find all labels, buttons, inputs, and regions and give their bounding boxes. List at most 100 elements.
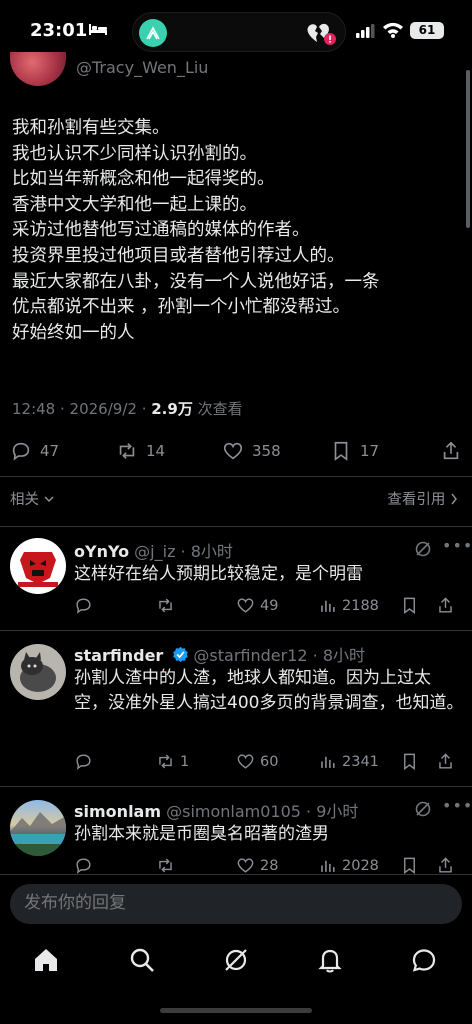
reply-header: starfinder @starfinder12 · 8小时 [74, 642, 365, 666]
more-icon[interactable]: ••• [442, 536, 472, 555]
reply-avatar[interactable] [10, 538, 66, 594]
reply-avatar[interactable] [10, 644, 66, 700]
reply-author-name[interactable]: simonlam [74, 802, 161, 821]
reply-author-handle[interactable]: @j_iz · 8小时 [134, 542, 233, 561]
grok-icon[interactable] [222, 946, 250, 974]
reply-share-button[interactable] [436, 596, 455, 615]
views-icon [321, 756, 335, 768]
reply-reply-button[interactable] [74, 856, 93, 875]
reply-text: 这样好在给人预期比较稳定，是个明雷 [74, 564, 363, 584]
like-button[interactable]: 358 [222, 438, 281, 464]
repost-icon [159, 598, 172, 613]
reply-like-button[interactable]: 60 [236, 752, 278, 771]
views-icon [321, 600, 335, 612]
post-date: · 2026/9/2 · [60, 400, 147, 418]
bookmark-icon [334, 441, 348, 461]
bookmark-icon [404, 857, 415, 875]
like-icon [223, 442, 243, 460]
reply-like-count: 60 [260, 753, 279, 770]
reply-text: 孙割人渣中的人渣，地球人都知道。因为上过太空，没准外星人搞过400多页的背景调查… [74, 668, 464, 713]
reply-author-handle[interactable]: @starfinder12 · 8小时 [193, 646, 365, 665]
reply-views-button[interactable]: 2028 [318, 856, 379, 875]
reply-share-button[interactable] [436, 752, 455, 771]
reply-repost-button[interactable]: 1 [156, 752, 189, 771]
author-avatar[interactable] [10, 52, 66, 86]
island-app-icon [139, 19, 167, 47]
reply-repost-button[interactable] [156, 596, 175, 615]
reply-author-name[interactable]: starfinder [74, 646, 163, 665]
post-views-label: 次查看 [197, 400, 243, 418]
reply-icon [76, 598, 91, 614]
sleep-focus-icon [89, 24, 107, 35]
reply-avatar[interactable] [10, 800, 66, 856]
like-icon [237, 858, 254, 873]
more-icon[interactable]: ••• [442, 796, 472, 815]
chevron-down-icon [44, 496, 54, 503]
sort-related-dropdown[interactable]: 相关 [10, 488, 54, 509]
post-meta: 12:48 · 2026/9/2 · 2.9万 次查看 [12, 398, 243, 419]
repost-icon [159, 754, 172, 769]
share-icon [439, 857, 452, 873]
post-line: 我也认识不少同样认识孙割的。 [12, 143, 257, 164]
reply-repost-count: 1 [180, 753, 190, 770]
repost-button[interactable]: 14 [116, 438, 165, 464]
home-indicator[interactable] [160, 1008, 312, 1013]
reply-like-count: 28 [260, 857, 279, 874]
divider [0, 630, 472, 631]
post-views-count: 2.9万 [151, 400, 193, 418]
like-icon [237, 754, 254, 769]
messages-icon[interactable] [410, 946, 438, 974]
reply-bookmark-button[interactable] [400, 752, 419, 771]
view-quotes-link[interactable]: 查看引用 [387, 488, 458, 509]
reply-text: 孙割本来就是币圈臭名昭著的渣男 [74, 824, 329, 844]
reply-author-name[interactable]: oYnYo [74, 542, 129, 561]
reply-repost-button[interactable] [156, 856, 175, 875]
reply-views-count: 2188 [342, 597, 379, 614]
reply-icon [12, 442, 30, 461]
reply-views-button[interactable]: 2341 [318, 752, 379, 771]
reply-views-button[interactable]: 2188 [318, 596, 379, 615]
scrollbar[interactable] [466, 70, 470, 228]
bottom-tab-bar [0, 936, 472, 986]
notifications-icon[interactable] [316, 946, 344, 974]
share-button[interactable] [440, 438, 462, 464]
reply-reply-button[interactable] [74, 596, 93, 615]
reply-reply-button[interactable] [74, 752, 93, 771]
home-icon[interactable] [32, 946, 60, 974]
post-line: 投资界里投过他项目或者替他引荐过人的。 [12, 245, 345, 266]
bookmark-button[interactable]: 17 [330, 438, 379, 464]
reply-bookmark-button[interactable] [400, 856, 419, 875]
bookmark-count: 17 [360, 442, 380, 460]
repost-count: 14 [146, 442, 166, 460]
reply-share-button[interactable] [436, 856, 455, 875]
broken-heart-alert-icon [307, 23, 336, 45]
view-quotes-label: 查看引用 [387, 492, 446, 508]
reply-views-count: 2028 [342, 857, 379, 874]
reply-like-count: 49 [260, 597, 279, 614]
grok-icon[interactable] [414, 540, 432, 558]
reply-input[interactable] [24, 893, 444, 913]
reply-like-button[interactable]: 28 [236, 856, 278, 875]
reply-composer[interactable] [10, 884, 462, 924]
like-count: 358 [252, 442, 281, 460]
dynamic-island [132, 12, 346, 52]
status-bar: 23:01 61 [0, 0, 472, 64]
bookmark-icon [404, 753, 415, 771]
author-handle[interactable]: @Tracy_Wen_Liu [76, 58, 208, 77]
post-line: 采访过他替他写过通稿的媒体的作者。 [12, 220, 310, 241]
reply-header: simonlam @simonlam0105 · 9小时 [74, 798, 358, 822]
post-line: 香港中文大学和他一起上课的。 [12, 194, 257, 215]
reply-author-handle[interactable]: @simonlam0105 · 9小时 [166, 802, 358, 821]
grok-icon[interactable] [414, 800, 432, 818]
status-time: 23:01 [30, 20, 88, 41]
wifi-icon [383, 22, 403, 38]
reply-bookmark-button[interactable] [400, 596, 419, 615]
post-line: 我和孙割有些交集。 [12, 118, 170, 138]
sort-label: 相关 [10, 492, 39, 508]
bookmark-icon [404, 597, 415, 615]
reply-button[interactable]: 47 [10, 438, 59, 464]
reply-actions: 1 60 2341 [74, 752, 464, 774]
reply-like-button[interactable]: 49 [236, 596, 278, 615]
reply-icon [76, 858, 91, 874]
search-icon[interactable] [128, 946, 156, 974]
